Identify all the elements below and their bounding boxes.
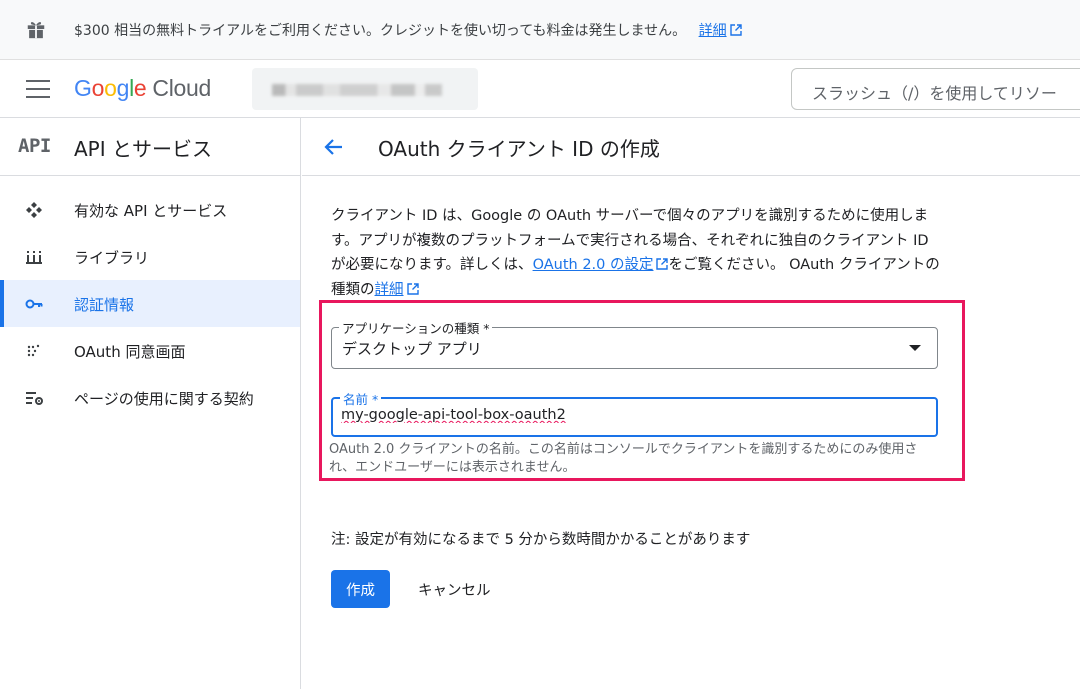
logo-letter: o — [104, 75, 117, 101]
external-link-icon — [656, 258, 669, 270]
sidebar-item-label: ページの使用に関する契約 — [74, 390, 254, 408]
sidebar-item-oauth-consent[interactable]: OAuth 同意画面 — [0, 327, 300, 374]
oauth-settings-link-label: OAuth 2.0 の設定 — [532, 257, 654, 273]
page-usage-settings-icon — [26, 392, 43, 405]
search-placeholder: スラッシュ（/）を使用してリソー — [812, 84, 1057, 103]
sidebar-item-label: 有効な API とサービス — [74, 202, 228, 220]
back-arrow-icon[interactable] — [322, 135, 346, 159]
page-header: OAuth クライアント ID の作成 — [302, 118, 1080, 176]
logo-letter: o — [91, 75, 105, 101]
gift-icon — [27, 22, 45, 39]
external-link-icon — [406, 282, 419, 295]
banner-details-link-label: 詳細 — [698, 23, 727, 39]
client-name-field: 名前 * — [331, 389, 938, 437]
key-icon — [25, 299, 43, 309]
create-button[interactable]: 作成 — [331, 570, 390, 608]
sidebar-item-enabled-apis[interactable]: 有効な API とサービス — [0, 186, 300, 233]
sidebar-item-label: OAuth 同意画面 — [74, 343, 186, 361]
client-name-input[interactable] — [341, 407, 921, 423]
client-type-details-link[interactable]: 詳細 — [375, 282, 419, 298]
search-box[interactable]: スラッシュ（/）を使用してリソー — [791, 68, 1080, 110]
external-link-icon — [729, 24, 742, 36]
application-type-label: アプリケーションの種類 * — [339, 318, 493, 337]
sidebar-title: API とサービス — [74, 137, 212, 161]
hamburger-menu-icon[interactable] — [26, 80, 50, 98]
banner-details-link[interactable]: 詳細 — [699, 23, 742, 39]
consent-screen-icon — [27, 344, 40, 357]
trial-banner: $300 相当の無料トライアルをご利用ください。クレジットを使い切っても料金は発… — [0, 0, 1080, 60]
client-name-label: 名前 * — [340, 389, 382, 408]
logo-letter: g — [116, 75, 130, 101]
client-name-hint: OAuth 2.0 クライアントの名前。この名前はコンソールでクライアントを識別… — [329, 442, 918, 475]
oauth-settings-link[interactable]: OAuth 2.0 の設定 — [533, 257, 669, 273]
banner-message: $300 相当の無料トライアルをご利用ください。クレジットを使い切っても料金は発… — [74, 23, 687, 39]
client-type-details-link-label: 詳細 — [374, 281, 404, 298]
sidebar-item-label: 認証情報 — [74, 296, 135, 314]
description-text: クライアント ID は、Google の OAuth サーバーで個々のアプリを識… — [331, 204, 943, 302]
application-type-value: デスクトップ アプリ — [342, 340, 482, 358]
sidebar-item-credentials[interactable]: 認証情報 — [0, 280, 300, 327]
redacted-project-name — [272, 84, 442, 96]
page-title: OAuth クライアント ID の作成 — [378, 137, 660, 161]
api-badge-icon: API — [18, 135, 51, 157]
sidebar-item-page-usage-agreements[interactable]: ページの使用に関する契約 — [0, 374, 300, 421]
sidebar-item-library[interactable]: ライブラリ — [0, 233, 300, 280]
sidebar-item-label: ライブラリ — [74, 249, 150, 267]
google-cloud-logo[interactable]: Google Cloud — [74, 75, 211, 102]
cancel-button[interactable]: キャンセル — [406, 570, 503, 608]
top-app-bar: Google Cloud スラッシュ（/）を使用してリソー — [0, 60, 1080, 118]
logo-letter: e — [133, 75, 147, 101]
logo-letter: G — [74, 75, 92, 101]
project-selector[interactable] — [252, 68, 478, 110]
application-type-select[interactable]: アプリケーションの種類 * デスクトップ アプリ — [331, 318, 938, 369]
library-icon — [26, 251, 42, 264]
banner-text: $300 相当の無料トライアルをご利用ください。クレジットを使い切っても料金は発… — [74, 20, 742, 40]
main-content: OAuth クライアント ID の作成 クライアント ID は、Google の… — [302, 118, 1080, 689]
settings-note: 注: 設定が有効になるまで 5 分から数時間かかることがあります — [331, 532, 751, 548]
logo-cloud-word: Cloud — [152, 75, 212, 101]
dropdown-caret-icon — [909, 345, 921, 351]
sidebar-header: API API とサービス — [0, 118, 300, 176]
enabled-apis-icon — [26, 202, 42, 218]
sidebar: API API とサービス 有効な API とサービス ライブラリ 認証情報 O… — [0, 118, 301, 689]
